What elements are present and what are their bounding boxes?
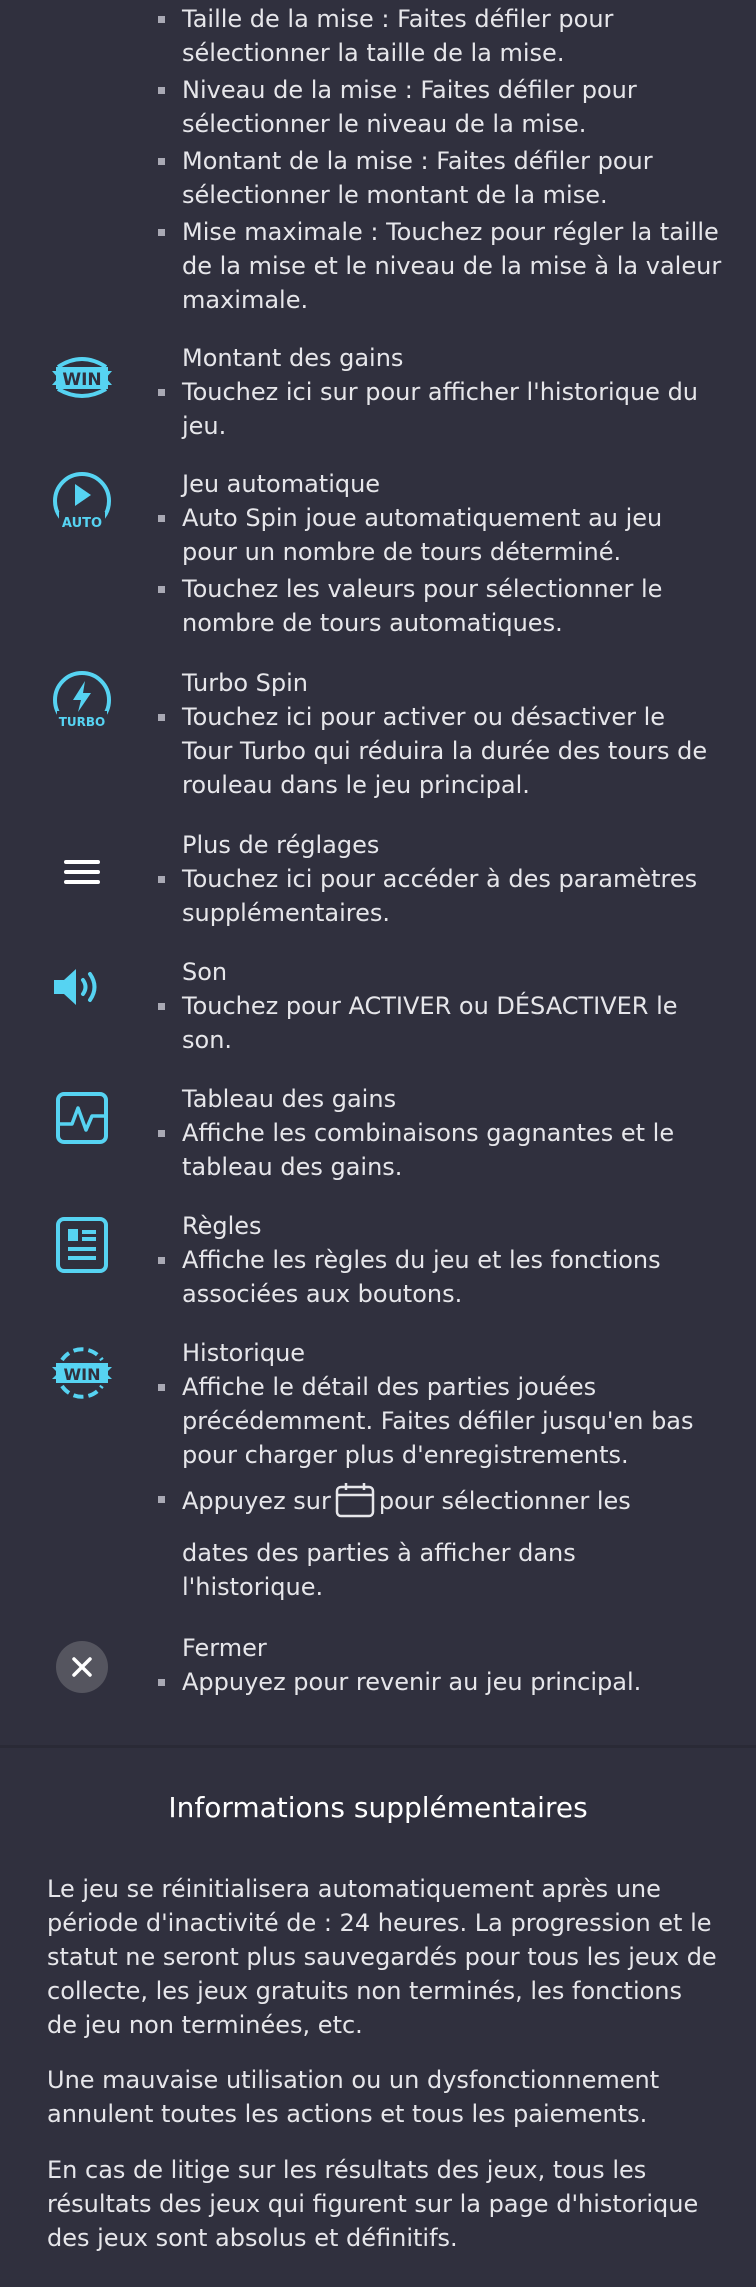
bet-bullet-list: Taille de la mise : Faites défiler pour …: [158, 2, 722, 317]
info-paragraph-inactivity: Le jeu se réinitialisera automatiquement…: [47, 1875, 717, 2039]
list-item: Affiche les règles du jeu et les fonctio…: [158, 1243, 722, 1311]
auto-play-icon: AUTO: [50, 471, 114, 535]
turbo-icon: TURBO: [50, 670, 114, 734]
speaker-icon: [50, 955, 114, 1019]
section-title: Plus de réglages: [182, 831, 380, 859]
list-item: Affiche le détail des parties jouées pré…: [158, 1370, 722, 1472]
bet-amount-item: Montant de la mise : Faites défiler pour…: [158, 144, 722, 212]
list-item: Appuyez pour revenir au jeu principal.: [158, 1665, 722, 1699]
section-divider: [0, 1745, 756, 1748]
list-item: Auto Spin joue automatiquement au jeu po…: [158, 501, 722, 569]
info-paragraph-disputes: En cas de litige sur les résultats des j…: [47, 2156, 699, 2252]
section-title: Tableau des gains: [182, 1085, 397, 1113]
list-item-calendar: Appuyez sur pour sélectionner les dates de…: [158, 1482, 722, 1604]
section-title: Turbo Spin: [182, 669, 308, 697]
calendar-icon: [335, 1482, 375, 1518]
info-title: Informations supplémentaires: [168, 1791, 588, 1824]
section-title: Historique: [182, 1339, 306, 1367]
help-page: Taille de la mise : Faites défiler pour …: [0, 0, 756, 2287]
paytable-icon: [50, 1086, 114, 1150]
menu-icon: [50, 840, 114, 904]
list-item: Touchez pour ACTIVER ou DÉSACTIVER le so…: [158, 989, 722, 1057]
list-item: Touchez ici pour accéder à des paramètre…: [158, 862, 722, 930]
section-title: Règles: [182, 1212, 262, 1240]
win-icon: WIN: [50, 345, 114, 409]
list-item: Touchez ici sur pour afficher l'historiq…: [158, 375, 722, 443]
section-title: Fermer: [182, 1634, 267, 1662]
info-paragraph-malfunction: Une mauvaise utilisation ou un dysfoncti…: [47, 2066, 660, 2128]
list-item: Touchez ici pour activer ou désactiver l…: [158, 700, 722, 802]
svg-text:WIN: WIN: [62, 370, 101, 390]
list-item: Affiche les combinaisons gagnantes et le…: [158, 1116, 722, 1184]
bet-size-item: Taille de la mise : Faites défiler pour …: [158, 2, 722, 70]
section-title: Son: [182, 958, 228, 986]
history-icon: WIN: [50, 1340, 114, 1404]
section-title: Montant des gains: [182, 344, 404, 372]
rules-icon: [50, 1213, 114, 1277]
section-title: Jeu automatique: [182, 470, 381, 498]
svg-text:WIN: WIN: [64, 1365, 101, 1384]
bet-level-item: Niveau de la mise : Faites défiler pour …: [158, 73, 722, 141]
list-item: Touchez les valeurs pour sélectionner le…: [158, 572, 722, 640]
svg-text:TURBO: TURBO: [59, 715, 106, 729]
svg-text:AUTO: AUTO: [62, 516, 102, 531]
max-bet-item: Mise maximale : Touchez pour régler la t…: [158, 215, 722, 317]
close-icon: [50, 1635, 114, 1699]
